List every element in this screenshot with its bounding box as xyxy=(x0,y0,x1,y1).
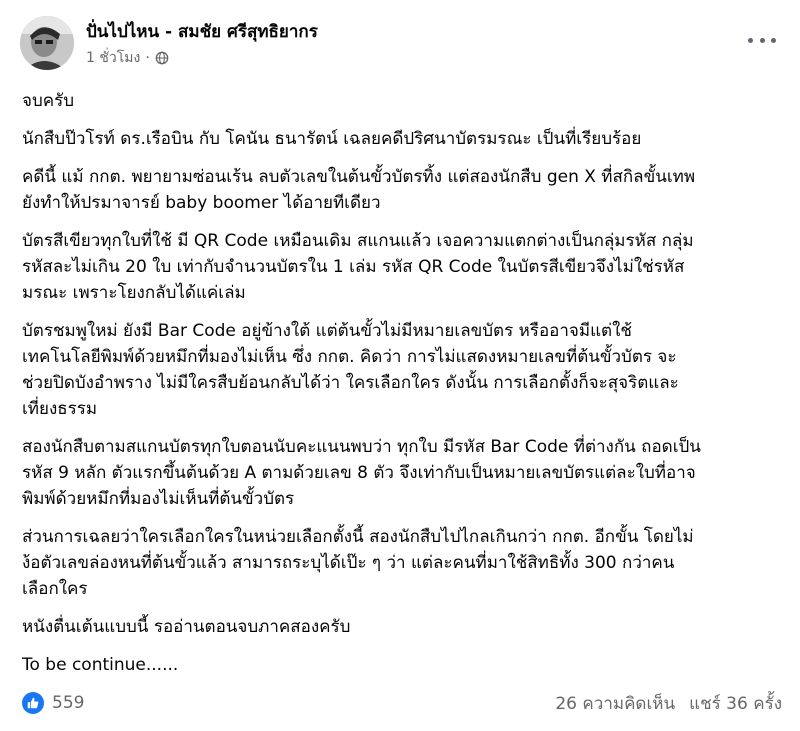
post-paragraph: นักสืบป๊วโรท์ ดร.เรือบิน กับ โคนัน ธนารั… xyxy=(22,129,642,149)
post-paragraph: บัตรสีเขียวทุกใบที่ใช้ มี QR Code เหมือน… xyxy=(22,231,694,303)
comments-count[interactable]: 26 ความคิดเห็น xyxy=(555,690,675,717)
post-body: จบครับ นักสืบป๊วโรท์ ดร.เรือบิน กับ โคนั… xyxy=(22,88,790,690)
post-meta: 1 ชั่วโมง · xyxy=(86,47,169,69)
avatar-photo xyxy=(20,16,74,70)
author-name[interactable]: ปั่นไปไหน - สมชัย ศรีสุทธิยากร xyxy=(86,18,318,45)
post-paragraph: ส่วนการเฉลยว่าใครเลือกใครในหน่วยเลือกตั้… xyxy=(22,527,694,599)
post-paragraph: บัตรชมพูใหม่ ยังมี Bar Code อยู่ข้างใต้ … xyxy=(22,321,679,419)
shares-count[interactable]: แชร์ 36 ครั้ง xyxy=(689,690,782,717)
meta-separator: · xyxy=(145,50,150,66)
reaction-count: 559 xyxy=(52,693,85,713)
globe-icon[interactable] xyxy=(155,51,169,65)
post-paragraph: จบครับ xyxy=(22,91,75,111)
post-paragraph: คดีนี้ แม้ กกต. พยายามซ่อนเร้น ลบตัวเลขใ… xyxy=(22,167,696,213)
like-icon xyxy=(22,692,44,714)
reaction-summary[interactable]: 559 xyxy=(22,692,84,714)
author-avatar[interactable] xyxy=(20,16,74,70)
engagement-stats: 26 ความคิดเห็น แชร์ 36 ครั้ง xyxy=(555,690,782,717)
post-paragraph: To be continue...... xyxy=(22,655,179,675)
post-paragraph: หนังตื่นเต้นแบบนี้ รออ่านตอนจบภาคสองครับ xyxy=(22,617,351,637)
more-options-icon[interactable] xyxy=(748,30,776,50)
post-paragraph: สองนักสืบตามสแกนบัตรทุกใบตอนนับคะแนนพบว่… xyxy=(22,437,701,509)
post-time[interactable]: 1 ชั่วโมง xyxy=(86,47,140,69)
post-footer: 559 26 ความคิดเห็น แชร์ 36 ครั้ง xyxy=(22,688,782,718)
